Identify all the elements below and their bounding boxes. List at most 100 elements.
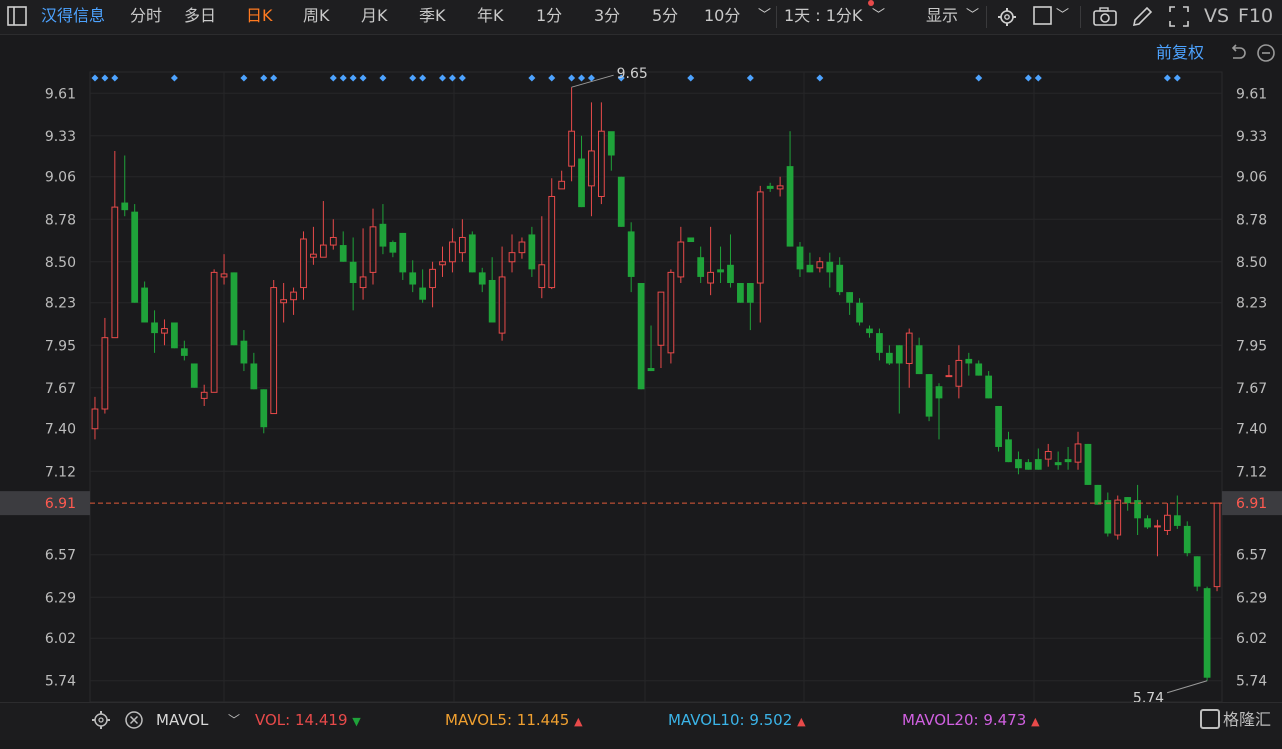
y-tick-label-right: 7.95 <box>1236 338 1267 354</box>
candle-body-down <box>488 279 496 323</box>
event-marker <box>339 74 347 82</box>
event-marker <box>419 74 427 82</box>
tab-daily-k[interactable]: 日K <box>246 0 273 34</box>
y-tick-label-right: 6.57 <box>1236 548 1267 564</box>
period-select[interactable]: 1天 : 1分K <box>784 0 862 34</box>
candle-body-down <box>1034 459 1042 470</box>
divider <box>1080 6 1081 28</box>
more-tabs-chevron-icon[interactable]: ﹀ <box>758 0 771 34</box>
candle-body-up <box>667 271 675 354</box>
y-tick-label-right: 7.40 <box>1236 422 1267 438</box>
candle-body-down <box>180 348 188 356</box>
candle-body-down <box>856 302 863 323</box>
f10-button[interactable]: F10 <box>1238 0 1273 34</box>
period-chevron-icon[interactable]: ﹀ <box>872 0 885 34</box>
tab-3min[interactable]: 3分 <box>594 0 620 34</box>
drawing-shape-icon[interactable] <box>1032 0 1054 34</box>
display-chevron-icon[interactable]: ﹀ <box>966 0 979 34</box>
display-menu[interactable]: 显示 <box>926 0 958 34</box>
y-tick-label-right: 8.50 <box>1236 255 1267 271</box>
mavol20-label: MAVOL20: 9.473 ▲ <box>902 711 1040 729</box>
candle-body-down <box>349 261 357 284</box>
tab-quarterly-k[interactable]: 季K <box>419 0 446 34</box>
indicator-close-icon[interactable] <box>123 703 145 739</box>
tab-5min[interactable]: 5分 <box>652 0 678 34</box>
candle-body-up <box>1114 499 1122 536</box>
y-tick-label-left: 6.57 <box>45 548 76 564</box>
tab-intraday[interactable]: 分时 <box>130 0 162 34</box>
pencil-icon[interactable] <box>1130 0 1154 34</box>
vs-button[interactable]: VS <box>1204 0 1229 34</box>
shape-chevron-icon[interactable]: ﹀ <box>1056 0 1069 34</box>
vol-label: VOL: 14.419 ▼ <box>255 711 361 729</box>
candle-body-down <box>1005 439 1012 463</box>
candle-body-up <box>458 236 466 254</box>
fullscreen-icon[interactable] <box>1167 0 1191 34</box>
candle-body-up <box>280 299 288 304</box>
candle-body-down <box>975 363 983 376</box>
candle-body-up <box>429 268 436 289</box>
event-marker <box>409 74 417 82</box>
event-marker <box>260 74 268 82</box>
y-tick-label-left: 9.33 <box>45 129 76 145</box>
candle-body-up <box>449 241 456 263</box>
y-tick-label-right: 7.67 <box>1236 381 1267 397</box>
candle-body-up <box>498 276 506 334</box>
candle-body-down <box>766 185 774 189</box>
sidebar-toggle-icon[interactable] <box>6 0 28 34</box>
event-marker <box>101 74 109 82</box>
candle-body-up <box>1044 451 1052 460</box>
candle-body-down <box>1084 443 1092 485</box>
y-tick-label-left: 8.50 <box>45 255 76 271</box>
candle-body-down <box>171 322 178 349</box>
candle-body-up <box>91 408 99 430</box>
candle-body-up <box>538 264 546 289</box>
tab-1min[interactable]: 1分 <box>536 0 562 34</box>
camera-icon[interactable] <box>1092 0 1118 34</box>
y-tick-label-right: 9.61 <box>1236 86 1267 102</box>
settings-gear-icon[interactable] <box>996 0 1018 34</box>
candle-body-down <box>1203 588 1211 678</box>
indicator-settings-gear-icon[interactable] <box>90 703 112 739</box>
undo-icon[interactable] <box>1228 43 1248 67</box>
y-tick-label-left: 6.02 <box>45 631 76 647</box>
zoom-out-icon[interactable] <box>1256 43 1276 67</box>
candle-body-down <box>796 246 804 270</box>
candle-body-up <box>756 191 764 284</box>
tab-10min[interactable]: 10分 <box>704 0 740 34</box>
candle-body-down <box>697 257 705 277</box>
candle-body-up <box>905 332 913 364</box>
candle-body-down <box>627 231 635 277</box>
candlestick-chart[interactable]: 9.61 9.61 9.33 9.33 9.06 9.06 8.78 8.78 8.50 8.50… <box>0 0 1282 739</box>
mavol10-label: MAVOL10: 9.502 ▲ <box>668 711 806 729</box>
indicator-chevron-icon[interactable]: ﹀ <box>228 703 240 739</box>
candle-body-down <box>1183 525 1191 554</box>
tab-monthly-k[interactable]: 月K <box>361 0 388 34</box>
candle-body-up <box>220 273 228 278</box>
candle-body-up <box>101 337 109 410</box>
candle-body-up <box>508 252 516 263</box>
y-tick-label-right: 8.78 <box>1236 212 1267 228</box>
tab-weekly-k[interactable]: 周K <box>303 0 330 34</box>
candle-body-down <box>141 287 148 323</box>
candle-body-down <box>131 211 139 303</box>
candle-body-down <box>1144 518 1151 528</box>
candle-body-down <box>965 358 973 364</box>
candle-body-up <box>1154 525 1161 528</box>
event-marker <box>329 74 337 82</box>
tab-multi-day[interactable]: 多日 <box>184 0 216 34</box>
mavol20-value: 9.473 <box>983 711 1027 729</box>
y-tick-label-left: 9.61 <box>45 86 76 102</box>
candle-body-up <box>319 244 327 258</box>
tab-yearly-k[interactable]: 年K <box>477 0 504 34</box>
indicator-select[interactable]: MAVOL <box>156 703 208 739</box>
event-marker <box>439 74 447 82</box>
candle-body-down <box>468 234 476 273</box>
stock-name[interactable]: 汉得信息 <box>41 0 105 34</box>
candle-body-down <box>985 375 993 399</box>
candle-body-up <box>548 195 556 289</box>
candle-body-up <box>558 180 566 190</box>
chart-subbar: 前复权 <box>0 35 1282 71</box>
notification-dot <box>868 0 874 6</box>
adjust-mode-button[interactable]: 前复权 <box>1156 35 1204 71</box>
